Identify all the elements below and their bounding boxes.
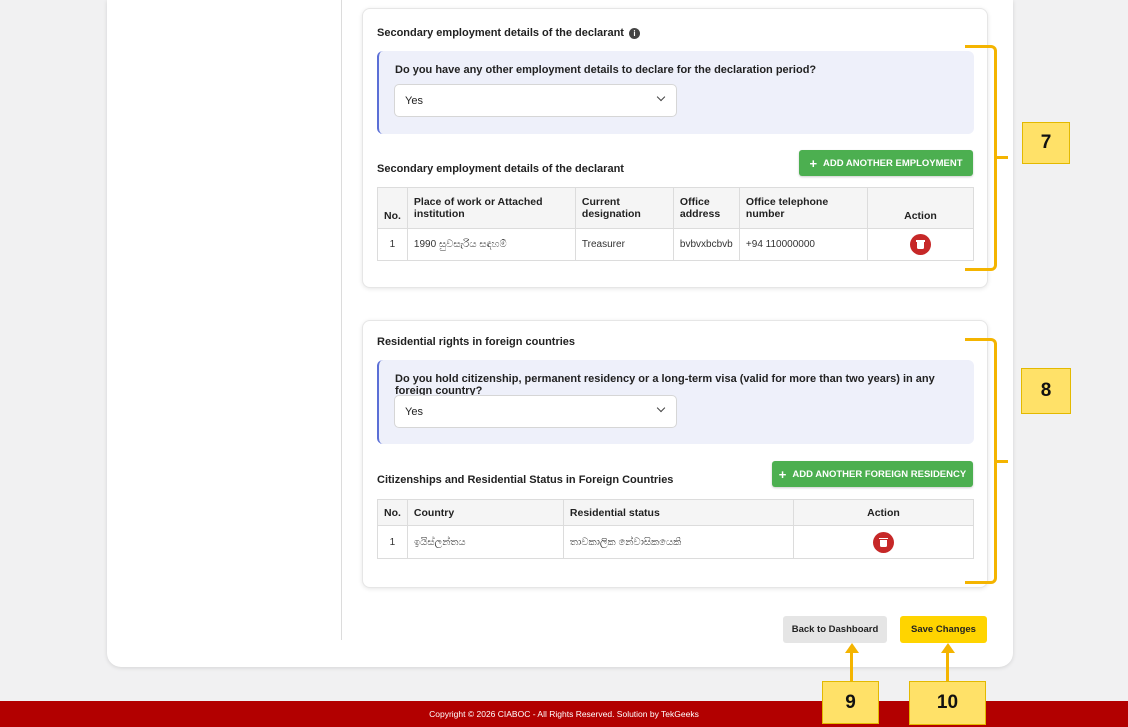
residency-select[interactable]: Yes bbox=[394, 395, 677, 428]
back-to-dashboard-button[interactable]: Back to Dashboard bbox=[783, 616, 887, 643]
residential-rights-section: Residential rights in foreign countries … bbox=[362, 320, 988, 588]
add-foreign-residency-button[interactable]: + ADD ANOTHER FOREIGN RESIDENCY bbox=[772, 461, 973, 487]
select-value: Yes bbox=[405, 406, 423, 418]
cell-status: තාවකාලික නේවාසිකයෙකි bbox=[562, 525, 794, 559]
cell-action bbox=[792, 525, 975, 559]
cell-action bbox=[866, 228, 975, 261]
table-header-row: No. Country Residential status Action bbox=[377, 499, 975, 526]
question-box: Do you have any other employment details… bbox=[377, 51, 974, 134]
cell-no: 1 bbox=[377, 525, 408, 559]
info-icon[interactable]: i bbox=[628, 27, 640, 39]
trash-icon[interactable] bbox=[909, 234, 931, 255]
col-status: Residential status bbox=[562, 499, 794, 526]
annotation-bracket-tick bbox=[995, 156, 1008, 159]
residency-table: No. Country Residential status Action 1 … bbox=[377, 499, 975, 559]
add-residency-label: ADD ANOTHER FOREIGN RESIDENCY bbox=[792, 468, 967, 480]
section-title: Residential rights in foreign countries bbox=[377, 336, 575, 348]
col-country: Country bbox=[406, 499, 564, 526]
section-title-text: Residential rights in foreign countries bbox=[377, 336, 576, 348]
col-phone: Office telephone number bbox=[738, 187, 868, 229]
annotation-bracket-8 bbox=[965, 338, 997, 584]
col-action: Action bbox=[866, 187, 975, 229]
annotation-bracket-7 bbox=[965, 45, 997, 271]
question-text: Do you have any other employment details… bbox=[395, 64, 817, 76]
table-title: Secondary employment details of the decl… bbox=[377, 163, 624, 175]
table-title: Citizenships and Residential Status in F… bbox=[377, 474, 674, 486]
annotation-callout-7: 7 bbox=[1022, 122, 1070, 164]
col-place: Place of work or Attached institution bbox=[406, 187, 576, 229]
col-action: Action bbox=[792, 499, 975, 526]
employment-table: No. Place of work or Attached institutio… bbox=[377, 187, 975, 261]
col-address: Office address bbox=[672, 187, 740, 229]
trash-icon[interactable] bbox=[872, 531, 894, 553]
annotation-callout-8: 8 bbox=[1021, 368, 1071, 414]
employment-select[interactable]: Yes bbox=[394, 84, 677, 117]
save-changes-button[interactable]: Save Changes bbox=[900, 616, 987, 643]
cell-place: 1990 සුවසැරිය සඳහම් bbox=[406, 228, 576, 261]
chevron-down-icon bbox=[656, 92, 666, 102]
col-designation: Current designation bbox=[574, 187, 674, 229]
table-row: 1 1990 සුවසැරිය සඳහම් Treasurer bvbvxbcb… bbox=[377, 228, 975, 261]
annotation-arrow-10 bbox=[946, 652, 949, 681]
annotation-bracket-tick bbox=[995, 460, 1008, 463]
cell-address: bvbvxbcbvb bbox=[672, 228, 740, 261]
question-text: Do you hold citizenship, permanent resid… bbox=[395, 373, 935, 397]
table-row: 1 ඉයිස්ලන්තය තාවකාලික නේවාසිකයෙකි bbox=[377, 525, 975, 559]
plus-icon: + bbox=[778, 466, 787, 482]
table-header-row: No. Place of work or Attached institutio… bbox=[377, 187, 975, 229]
question-box: Do you hold citizenship, permanent resid… bbox=[377, 360, 974, 444]
add-employment-label: ADD ANOTHER EMPLOYMENT bbox=[823, 157, 963, 169]
copyright-text: Copyright © 2026 CIABOC - All Rights Res… bbox=[429, 709, 699, 719]
section-title-text: Secondary employment details of the decl… bbox=[377, 27, 624, 39]
plus-icon: + bbox=[809, 155, 818, 171]
cell-phone: +94 110000000 bbox=[738, 228, 868, 261]
annotation-arrow-9 bbox=[850, 652, 853, 681]
section-title: Secondary employment details of the decl… bbox=[377, 27, 640, 39]
cell-country: ඉයිස්ලන්තය bbox=[406, 525, 564, 559]
sidebar-divider bbox=[341, 0, 342, 640]
annotation-callout-10: 10 bbox=[909, 681, 986, 725]
cell-no: 1 bbox=[377, 228, 408, 261]
secondary-employment-section: Secondary employment details of the decl… bbox=[362, 8, 988, 288]
chevron-down-icon bbox=[656, 403, 666, 413]
select-value: Yes bbox=[405, 95, 423, 107]
cell-designation: Treasurer bbox=[574, 228, 674, 261]
col-no: No. bbox=[377, 499, 408, 526]
annotation-callout-9: 9 bbox=[822, 681, 879, 724]
add-employment-button[interactable]: + ADD ANOTHER EMPLOYMENT bbox=[799, 150, 973, 176]
col-no: No. bbox=[377, 187, 408, 229]
